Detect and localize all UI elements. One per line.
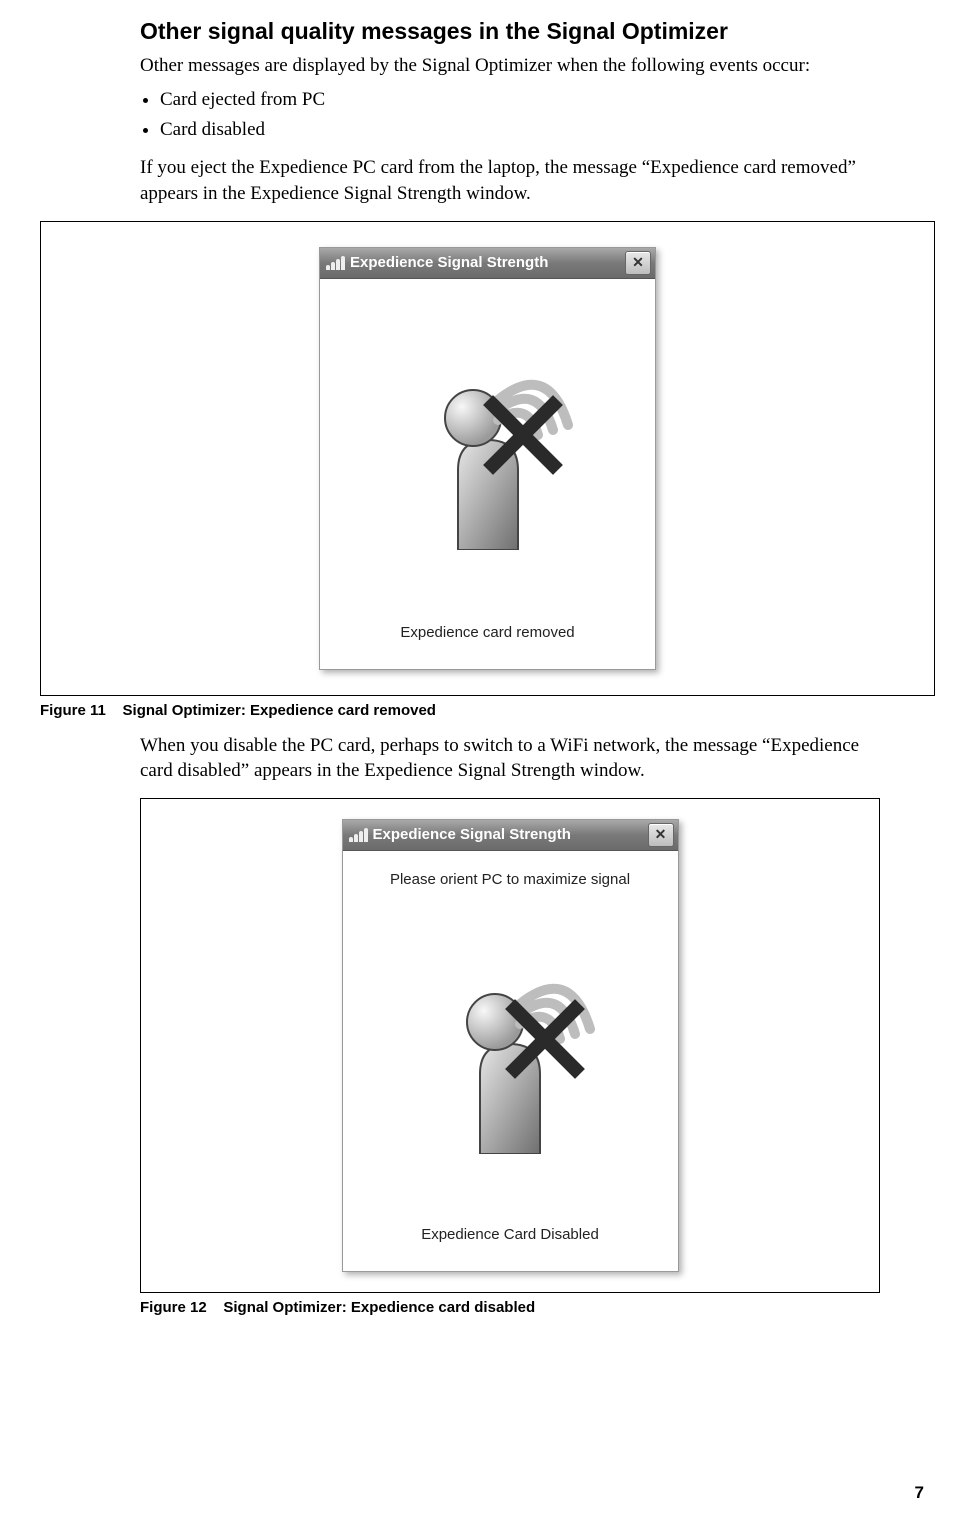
list-item: Card disabled — [160, 115, 886, 145]
figure-12-caption: Figure 12 Signal Optimizer: Expedience c… — [140, 1299, 936, 1316]
caption-prefix: Figure 11 — [40, 702, 106, 719]
status-text: Expedience Card Disabled — [421, 1226, 599, 1243]
caption-text: Signal Optimizer: Expedience card disabl… — [223, 1299, 535, 1316]
status-illustration — [330, 289, 645, 612]
signal-icon — [349, 826, 367, 844]
close-icon: ✕ — [655, 826, 667, 843]
status-illustration — [353, 894, 668, 1214]
close-button[interactable]: ✕ — [625, 251, 651, 275]
window-body: Expedience card removed — [320, 279, 655, 669]
signal-strength-window: Expedience Signal Strength ✕ — [319, 247, 656, 670]
hint-text: Please orient PC to maximize signal — [390, 871, 630, 888]
eject-paragraph: If you eject the Expedience PC card from… — [140, 155, 886, 206]
caption-prefix: Figure 12 — [140, 1299, 207, 1316]
signal-strength-window: Expedience Signal Strength ✕ Please orie… — [342, 819, 679, 1272]
figure-11-frame: Expedience Signal Strength ✕ — [40, 221, 935, 696]
status-text: Expedience card removed — [400, 624, 574, 641]
person-x-icon — [403, 350, 573, 550]
window-titlebar[interactable]: Expedience Signal Strength ✕ — [320, 248, 655, 279]
figure-11-caption: Figure 11 Signal Optimizer: Expedience c… — [40, 702, 936, 719]
page-number: 7 — [915, 1483, 924, 1503]
list-item: Card ejected from PC — [160, 85, 886, 115]
close-button[interactable]: ✕ — [648, 823, 674, 847]
intro-paragraph: Other messages are displayed by the Sign… — [140, 53, 886, 79]
person-x-icon — [425, 954, 595, 1154]
window-title: Expedience Signal Strength — [373, 826, 571, 843]
close-icon: ✕ — [632, 254, 644, 271]
window-title: Expedience Signal Strength — [350, 254, 548, 271]
window-body: Please orient PC to maximize signal — [343, 851, 678, 1271]
window-titlebar[interactable]: Expedience Signal Strength ✕ — [343, 820, 678, 851]
disable-paragraph: When you disable the PC card, perhaps to… — [140, 733, 886, 784]
section-heading: Other signal quality messages in the Sig… — [140, 18, 886, 45]
caption-text: Signal Optimizer: Expedience card remove… — [123, 702, 436, 719]
event-list: Card ejected from PC Card disabled — [140, 85, 886, 146]
figure-12-frame: Expedience Signal Strength ✕ Please orie… — [140, 798, 880, 1293]
signal-icon — [326, 254, 344, 272]
